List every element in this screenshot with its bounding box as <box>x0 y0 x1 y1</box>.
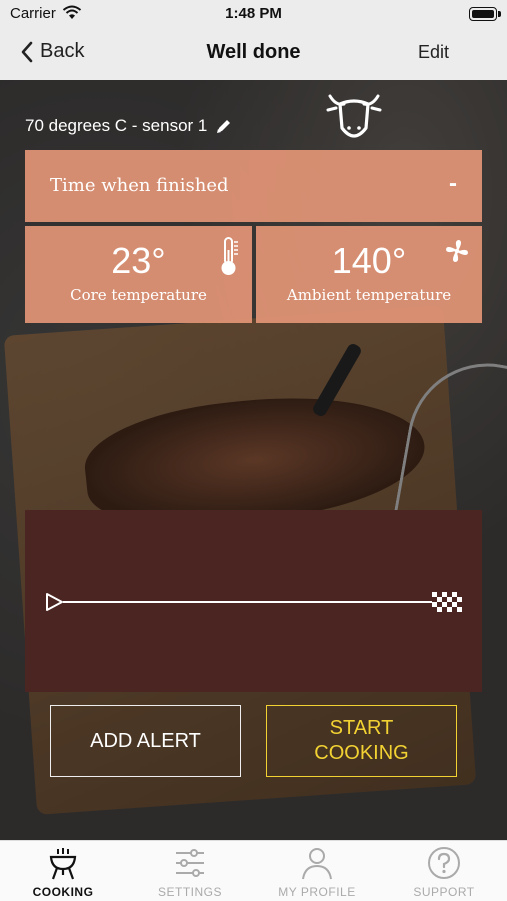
sliders-icon <box>176 849 204 877</box>
edit-button[interactable]: Edit <box>418 42 449 63</box>
add-alert-button[interactable]: ADD ALERT <box>50 705 241 777</box>
tab-support-label: SUPPORT <box>413 885 475 899</box>
status-bar: Carrier 1:48 PM <box>0 0 507 28</box>
start-cooking-line1: START <box>329 717 394 739</box>
help-icon <box>428 847 460 879</box>
cow-icon <box>326 94 382 138</box>
start-cooking-button[interactable]: START COOKING <box>266 705 457 777</box>
nav-bar: Back Well done Edit <box>0 28 507 80</box>
pencil-icon <box>217 120 231 133</box>
tab-support[interactable]: SUPPORT <box>381 841 507 901</box>
finish-flag-icon <box>432 592 464 612</box>
grill-icon <box>49 848 77 880</box>
ambient-temperature-tile: 140° Ambient temperature <box>256 226 482 323</box>
tab-bar: COOKING SETTINGS MY PROFILE SUPPORT <box>0 840 507 901</box>
tab-my-profile-label: MY PROFILE <box>278 885 356 899</box>
cooking-progress-panel <box>25 510 482 692</box>
time-finished-panel: Time when finished - <box>25 150 482 222</box>
start-cooking-line2: COOKING <box>314 742 409 764</box>
core-temperature-label: Core temperature <box>70 286 207 304</box>
sensor-edit-row[interactable]: 70 degrees C - sensor 1 <box>25 116 233 136</box>
tab-settings[interactable]: SETTINGS <box>127 841 253 901</box>
fan-icon <box>446 240 468 262</box>
tab-cooking-label: COOKING <box>32 885 94 899</box>
core-temperature-value: 23° <box>111 240 166 281</box>
ambient-temperature-label: Ambient temperature <box>286 286 452 304</box>
tab-settings-label: SETTINGS <box>157 885 222 899</box>
time-finished-label: Time when finished <box>50 175 229 196</box>
sensor-label: 70 degrees C - sensor 1 <box>25 116 208 135</box>
tab-cooking[interactable]: COOKING <box>0 841 126 901</box>
battery-icon <box>469 7 501 21</box>
time-finished-value: - <box>449 170 457 197</box>
core-temperature-tile: 23° Core temperature <box>25 226 252 323</box>
user-icon <box>302 848 332 880</box>
clock: 1:48 PM <box>225 5 282 22</box>
thermometer-icon <box>221 237 238 275</box>
tab-my-profile[interactable]: MY PROFILE <box>254 841 380 901</box>
play-icon <box>46 593 63 611</box>
progress-track <box>63 601 433 603</box>
